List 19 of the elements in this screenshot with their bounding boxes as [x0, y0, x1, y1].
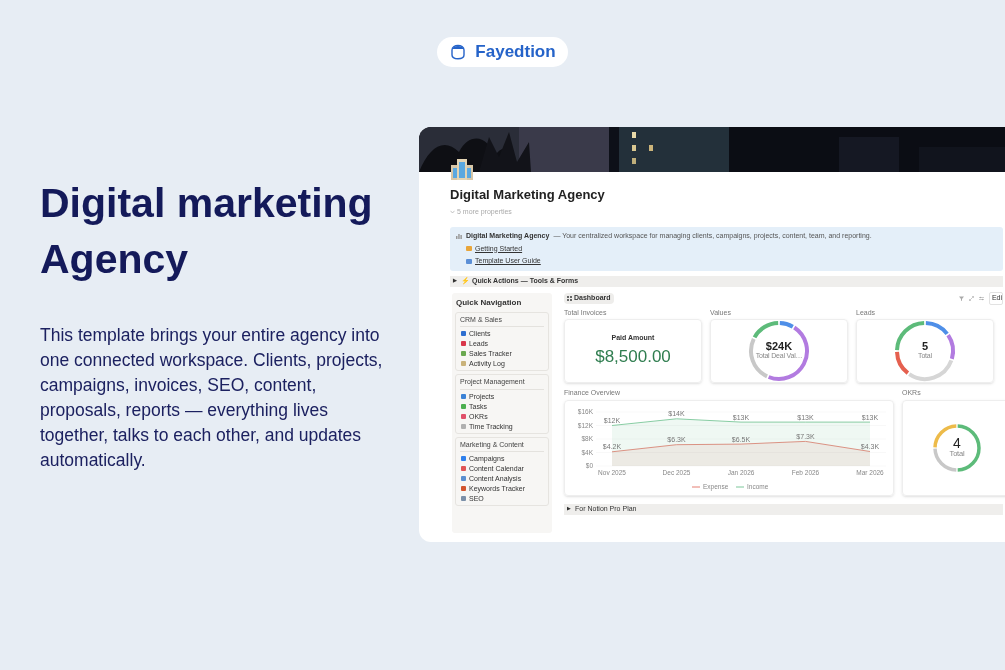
- brand-name: Fayedtion: [475, 41, 556, 64]
- donut-ring-drawing: [749, 321, 809, 381]
- donut-ring-drawing: [895, 321, 955, 381]
- expand-icon[interactable]: [968, 296, 974, 301]
- chart-icon: [456, 233, 462, 240]
- hero-title: Digital marketing Agency: [40, 179, 374, 284]
- grid-icon: [567, 296, 572, 301]
- donut-total: 4: [953, 434, 961, 451]
- donut-total: $24K: [765, 340, 793, 352]
- filter-icon[interactable]: [958, 296, 964, 301]
- settings-icon[interactable]: [978, 296, 984, 301]
- navigation-title: Quick Navigation: [455, 296, 523, 309]
- building-icon: [449, 157, 475, 181]
- donut-ring-drawing: [933, 423, 981, 472]
- donut-total: 5: [921, 340, 929, 352]
- hero-description: This template brings your entire agency into one connected workspace. Clients, projects, campaigns, invoices, SEO, content, proposals, reports — everything lives together, talks to each other, and updates automatically.: [40, 324, 384, 472]
- stat-value: $8,500.00: [595, 345, 671, 368]
- page-title: Digital Marketing Agency: [450, 186, 606, 204]
- chevron-icon[interactable]: [450, 209, 455, 214]
